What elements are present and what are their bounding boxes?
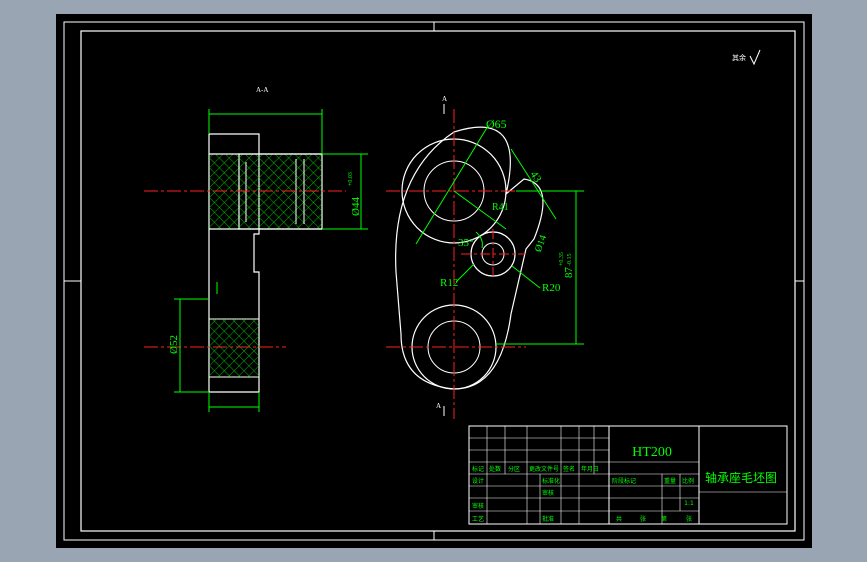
- tb-left-label-1: 设计: [472, 477, 484, 485]
- tb-sheet-label-1: 共: [616, 515, 622, 523]
- dim-phi44: Ø44: [350, 197, 362, 216]
- dim-43: 43: [527, 169, 543, 185]
- title-block: HT200 轴承座毛坯图 1:1 标记 处数 分区 更改文件号 签名 年月日 设…: [468, 425, 788, 525]
- tb-mid-label-3: 批准: [542, 515, 554, 523]
- tb-sheet-label-3: 第: [661, 515, 667, 523]
- part-outline: [395, 126, 544, 390]
- drawing-title: 轴承座毛坯图: [705, 470, 777, 485]
- dim-phi65-leader: [415, 125, 489, 245]
- tb-left-label-3: 工艺: [472, 515, 484, 523]
- dim-phi44-tol: +0.03: [348, 172, 354, 186]
- material-label: HT200: [632, 445, 672, 460]
- dim-r12: R12: [440, 277, 458, 289]
- dim-r20-leader: [511, 265, 541, 289]
- roughness-symbol-icon: [749, 49, 761, 66]
- inner-frame: [80, 30, 796, 532]
- tb-mid-label-1: 标准化: [542, 477, 560, 485]
- dim-r41: R41: [492, 202, 509, 213]
- tb-right-label-2: 重量: [664, 477, 676, 485]
- tb-right-label-1: 阶段标记: [612, 477, 636, 485]
- tb-sheet-label-4: 张: [686, 515, 692, 523]
- tb-sheet-label-2: 张: [640, 515, 646, 523]
- front-view: A A Ø65 43 R41 35° Ø14 R12 R20 87 +0.35 …: [386, 95, 584, 419]
- tb-row-label-1: 标记: [472, 465, 484, 473]
- dim-angle35: 35°: [458, 237, 473, 249]
- tb-mid-label-2: 审核: [542, 489, 554, 497]
- tb-row-label-4: 更改文件号: [529, 465, 559, 473]
- tb-left-label-2: 审核: [472, 502, 484, 510]
- dim-phi65: Ø65: [486, 117, 507, 131]
- tb-row-label-2: 处数: [489, 465, 501, 473]
- drawing-svg: 其余 A-A Ø44 +0.03 Ø52 A A Ø65 43 R41 35° …: [63, 21, 805, 541]
- tb-right-label-3: 比例: [682, 477, 694, 485]
- cut-label-top: A: [442, 95, 447, 103]
- bottom-bore-fill: [209, 319, 259, 377]
- tb-row-label-3: 分区: [508, 465, 520, 473]
- dim-phi52: Ø52: [168, 335, 180, 354]
- section-view-label: A-A: [256, 86, 268, 94]
- tb-row-label-6: 年月日: [581, 465, 599, 473]
- dim-87: 87: [563, 267, 575, 279]
- cut-label-bottom: A: [436, 402, 441, 410]
- tb-row-label-5: 签名: [563, 465, 575, 473]
- dim-87-tol-lower: -0.15: [567, 254, 573, 267]
- scale-value: 1:1: [684, 500, 694, 507]
- section-view: A-A Ø44 +0.03 Ø52: [144, 86, 368, 412]
- cad-drawing-canvas[interactable]: 其余 A-A Ø44 +0.03 Ø52 A A Ø65 43 R41 35° …: [56, 14, 812, 548]
- dim-r12-leader: [455, 263, 475, 283]
- dim-87-tol-upper: +0.35: [559, 252, 565, 266]
- dim-r20: R20: [542, 282, 561, 294]
- roughness-note: 其余: [732, 53, 746, 62]
- dim-angle-arc: [475, 231, 483, 249]
